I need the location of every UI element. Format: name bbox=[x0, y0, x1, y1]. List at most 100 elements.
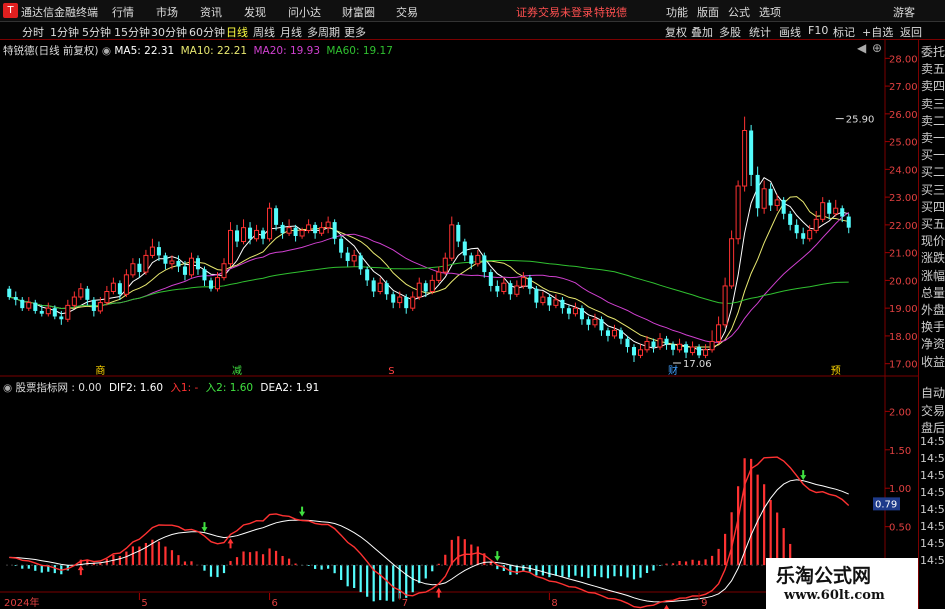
month-label: 9 bbox=[701, 598, 707, 609]
month-label: 6 bbox=[272, 598, 278, 609]
watermark-line2: www.60lt.com bbox=[784, 588, 885, 603]
candle bbox=[631, 344, 637, 363]
candle bbox=[261, 227, 266, 245]
sidebar-item[interactable]: 卖五 bbox=[921, 60, 945, 77]
sidebar-item[interactable]: 盘后 bbox=[921, 419, 945, 436]
candle bbox=[137, 258, 142, 278]
candle bbox=[514, 280, 520, 298]
event-marker[interactable]: 商 bbox=[95, 364, 105, 377]
candle bbox=[827, 199, 832, 220]
sidebar-item[interactable]: 买一 bbox=[921, 146, 945, 163]
sidebar-item[interactable]: 换手 bbox=[921, 318, 945, 335]
candle bbox=[156, 241, 161, 261]
candle bbox=[540, 291, 546, 306]
sidebar-item[interactable]: 净资 bbox=[921, 335, 945, 352]
candle bbox=[462, 238, 467, 261]
sidebar-time: 14:5 bbox=[920, 469, 945, 482]
candle bbox=[248, 222, 253, 245]
candle bbox=[735, 180, 741, 245]
indicator-tick-label: 1.00 bbox=[889, 484, 911, 495]
extreme-label: 17.06 bbox=[683, 359, 712, 370]
extreme-label: 25.90 bbox=[846, 115, 875, 126]
event-marker[interactable]: S bbox=[388, 366, 394, 377]
sidebar-time: 14:5 bbox=[920, 554, 945, 567]
buy-arrow-icon bbox=[664, 604, 670, 609]
sidebar-item[interactable]: 买二 bbox=[921, 163, 945, 180]
price-tick-label: 18.00 bbox=[889, 332, 918, 343]
candle bbox=[781, 197, 786, 220]
candle bbox=[436, 266, 442, 284]
watermark-line1: 乐淘公式网 bbox=[776, 565, 872, 587]
candle bbox=[274, 205, 279, 231]
candle bbox=[579, 305, 584, 325]
event-marker[interactable]: 预 bbox=[831, 365, 841, 377]
candle bbox=[527, 274, 532, 295]
sidebar-item[interactable]: 委托 bbox=[921, 43, 945, 60]
candle bbox=[572, 302, 578, 317]
candle bbox=[404, 294, 409, 314]
sidebar-item[interactable]: 交易 bbox=[921, 402, 945, 419]
sidebar-item[interactable]: 自动 bbox=[921, 384, 945, 401]
sidebar-item[interactable]: 卖一 bbox=[921, 129, 945, 146]
candle bbox=[508, 280, 513, 300]
candle bbox=[605, 327, 610, 342]
sidebar-item[interactable]: 卖三 bbox=[921, 95, 945, 112]
candle bbox=[195, 255, 200, 275]
candle bbox=[130, 258, 136, 278]
event-marker[interactable]: 减 bbox=[232, 365, 242, 377]
current-value-text: 0.79 bbox=[875, 499, 897, 510]
candle bbox=[345, 247, 350, 267]
candle bbox=[833, 199, 839, 217]
sidebar-item[interactable]: 卖四 bbox=[921, 77, 945, 94]
sidebar-item[interactable]: 买三 bbox=[921, 181, 945, 198]
candle bbox=[475, 249, 481, 267]
candle bbox=[351, 249, 357, 267]
sidebar-item[interactable]: 涨幅 bbox=[921, 267, 945, 284]
candle bbox=[801, 227, 806, 245]
candle bbox=[592, 313, 598, 328]
candle bbox=[469, 252, 474, 270]
candle bbox=[91, 297, 96, 317]
candle bbox=[143, 249, 149, 275]
candle bbox=[768, 183, 773, 211]
candle bbox=[254, 224, 260, 242]
candle bbox=[325, 216, 331, 234]
sidebar-item[interactable]: 买五 bbox=[921, 215, 945, 232]
candle bbox=[644, 335, 650, 353]
sell-arrow-icon bbox=[201, 522, 208, 533]
sidebar-item[interactable]: 卖二 bbox=[921, 112, 945, 129]
sidebar-item[interactable]: 收益 bbox=[921, 353, 945, 370]
candle bbox=[749, 124, 754, 187]
candle bbox=[78, 283, 84, 300]
sidebar-item[interactable]: 涨跌 bbox=[921, 249, 945, 266]
candle bbox=[442, 252, 448, 275]
candle bbox=[123, 269, 129, 298]
event-marker[interactable]: 财 bbox=[668, 364, 678, 377]
candle bbox=[163, 252, 168, 270]
sidebar-time: 14:5 bbox=[920, 452, 945, 465]
month-label: 5 bbox=[141, 598, 147, 609]
stock-chart[interactable]: 28.00 27.00 26.00 25.00 24.00 23.00 22.00 21.00… bbox=[0, 0, 918, 609]
candle bbox=[637, 344, 644, 359]
candle bbox=[560, 297, 565, 314]
candle bbox=[391, 291, 396, 309]
candle bbox=[241, 219, 247, 245]
sidebar-item[interactable]: 总量 bbox=[921, 284, 945, 301]
candle bbox=[677, 338, 683, 353]
candle bbox=[71, 291, 77, 309]
candle bbox=[611, 324, 617, 339]
sidebar-item[interactable]: 买四 bbox=[921, 198, 945, 215]
price-tick-label: 28.00 bbox=[889, 54, 918, 65]
candle bbox=[456, 222, 461, 248]
candle bbox=[149, 238, 155, 259]
sidebar-item[interactable]: 现价 bbox=[921, 232, 945, 249]
price-tick-label: 23.00 bbox=[889, 193, 918, 204]
sidebar-item[interactable]: 外盘 bbox=[921, 301, 945, 318]
candle bbox=[684, 341, 689, 359]
month-label: 2024年 bbox=[4, 596, 39, 609]
candle bbox=[625, 335, 630, 353]
price-tick-label: 20.00 bbox=[889, 276, 918, 287]
buy-arrow-icon bbox=[435, 587, 442, 598]
candle bbox=[26, 297, 32, 311]
price-tick-label: 19.00 bbox=[889, 304, 918, 315]
